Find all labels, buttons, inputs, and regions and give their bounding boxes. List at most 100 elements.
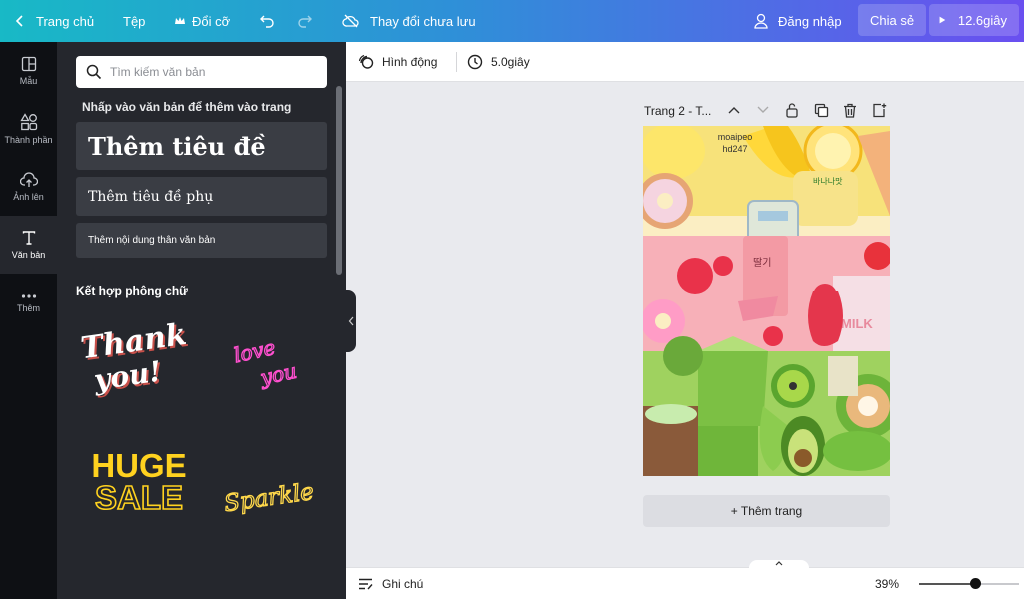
chevron-up-icon [775,561,783,566]
crown-icon [175,17,185,24]
upload-icon [19,172,38,187]
zoom-slider-handle[interactable] [969,578,981,589]
add-page-button[interactable]: + Thêm trang [643,495,890,527]
duration-button[interactable]: 5.0giây [467,42,530,82]
editor-toolbar: Hình động 5.0giây [346,42,1024,82]
search-input[interactable] [110,65,310,79]
text-icon [22,231,35,245]
resize-button[interactable]: Đổi cỡ [174,0,230,42]
thank-you-combo-graphic: Thank Thank you! you! [79,317,191,399]
toolbar-divider [456,52,457,72]
font-combo-thank-you[interactable]: Thank Thank you! you! [76,305,201,415]
trash-icon [844,103,856,118]
text-panel: Nhấp vào văn bản để thêm vào trang Thêm … [57,42,346,599]
left-rail: Mẫu Thành phần Ảnh lên Văn bản Thêm [0,42,57,599]
home-button[interactable]: Trang chủ [14,0,94,42]
add-subheading-button[interactable]: Thêm tiêu đề phụ [76,177,327,216]
lock-icon [786,103,798,118]
chevron-left-icon [348,316,354,326]
file-menu[interactable]: Tệp [123,0,145,42]
user-icon [754,13,768,29]
top-bar: Trang chủ Tệp Đổi cỡ Thay đổi chưa lưu Đ… [0,0,1024,42]
lock-page-button[interactable] [784,102,800,118]
redo-icon [298,15,312,28]
chevron-up-icon [728,107,740,114]
login-button[interactable]: Đăng nhập [754,0,842,42]
love-you-combo-graphic: love you [231,334,299,390]
duplicate-page-button[interactable] [813,102,829,118]
notes-button[interactable]: Ghi chú [358,568,423,599]
svg-text:바나나맛: 바나나맛 [813,176,843,186]
resize-label: Đổi cỡ [192,13,231,29]
collapse-panel-button[interactable] [346,290,356,352]
font-combos-heading: Kết hợp phông chữ [76,284,188,298]
font-combo-love-you[interactable]: love you [207,305,332,415]
rail-label: Thêm [16,303,40,313]
combo-text: you [257,359,298,390]
redo-button[interactable] [297,0,313,42]
rail-item-elements[interactable]: Thành phần [0,100,57,158]
watermark-line-2: hd247 [722,144,748,154]
save-status[interactable]: Thay đổi chưa lưu [342,0,476,42]
zoom-level[interactable]: 39% [875,568,899,599]
watermark: moaipeo hd247 [713,131,757,155]
zoom-slider-fill [919,583,975,585]
login-label: Đăng nhập [778,13,842,29]
font-combo-huge-sale[interactable]: HUGE SALE [76,422,201,532]
page-title[interactable]: Trang 2 - T... [644,104,711,118]
bottom-bar: Ghi chú 39% [346,560,1024,599]
add-body-text-button[interactable]: Thêm nội dung thân văn bản [76,223,327,258]
rail-item-uploads[interactable]: Ảnh lên [0,158,57,216]
rail-item-text[interactable]: Văn bản [0,216,57,274]
combo-text: Sparkle [222,479,315,517]
add-heading-button[interactable]: Thêm tiêu đề [76,122,327,170]
zoom-slider[interactable] [919,578,1019,589]
huge-sale-combo-graphic: HUGE SALE [91,447,186,517]
clock-icon [467,54,483,70]
delete-page-button[interactable] [842,102,858,118]
play-icon [939,16,946,24]
chevron-down-icon [757,106,769,113]
rail-label: Mẫu [19,76,38,86]
undo-icon [260,15,274,28]
save-status-label: Thay đổi chưa lưu [370,13,476,29]
rail-label: Ảnh lên [13,192,44,202]
rail-label: Thành phần [4,135,53,145]
combo-text: love [231,335,277,367]
present-label: 12.6giây [957,12,1007,28]
search-icon [86,64,102,80]
animate-label: Hình động [382,55,438,69]
svg-text:MILK: MILK [841,316,873,331]
duration-label: 5.0giây [491,55,530,69]
sparkle-combo-graphic: Sparkle [221,478,315,518]
notes-icon [359,578,373,590]
panel-scrollbar[interactable] [336,86,342,275]
show-pages-toggle[interactable] [749,560,809,569]
present-button[interactable]: 12.6giây [929,4,1019,36]
cloud-off-icon [342,14,359,28]
share-label: Chia sẻ [870,12,915,28]
animate-button[interactable]: Hình động [358,42,437,82]
svg-text:딸기: 딸기 [753,257,771,269]
search-box[interactable] [76,56,327,88]
more-icon [21,294,36,298]
shapes-icon [19,113,37,131]
undo-button[interactable] [259,0,275,42]
combo-text: SALE [94,479,182,516]
rail-label: Văn bản [11,250,46,260]
rail-item-more[interactable]: Thêm [0,274,57,332]
share-button[interactable]: Chia sẻ [858,4,927,36]
move-page-down-button[interactable] [755,102,771,118]
rail-item-templates[interactable]: Mẫu [0,42,57,100]
notes-label: Ghi chú [382,577,424,591]
panel-hint: Nhấp vào văn bản để thêm vào trang [82,100,292,114]
add-page-icon-button[interactable] [871,102,887,118]
chevron-left-icon [15,15,23,27]
font-combo-sparkle[interactable]: Sparkle [207,422,332,532]
animation-icon [358,54,374,69]
move-page-up-button[interactable] [726,102,742,118]
file-label: Tệp [123,13,146,29]
design-page[interactable]: 바나나맛 딸기 MILK moaipeo hd247 [643,126,890,476]
add-page-icon [872,103,886,117]
template-icon [21,56,36,72]
